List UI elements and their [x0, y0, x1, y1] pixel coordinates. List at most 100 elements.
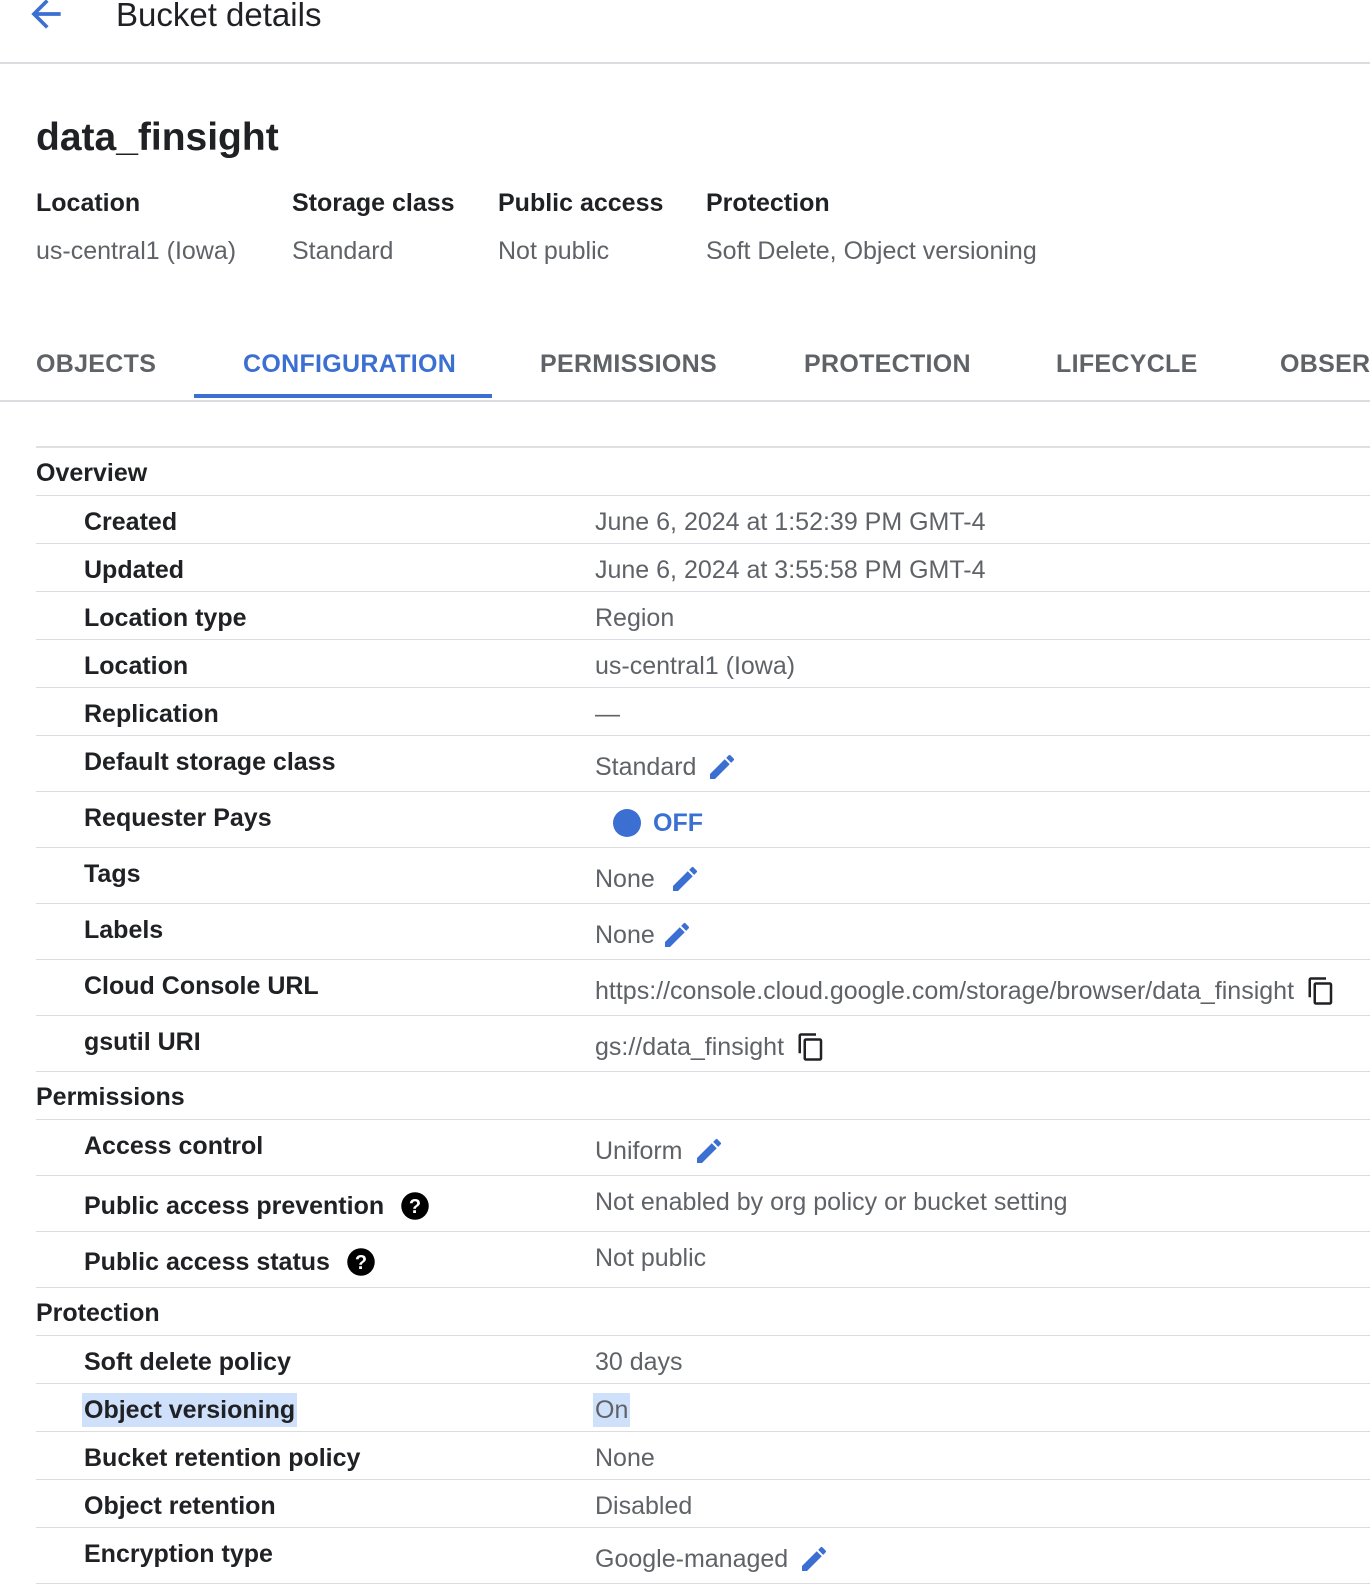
arrow-back-icon[interactable]	[24, 0, 68, 36]
row-label: Updated	[84, 556, 184, 584]
row-value-wrap: gs://data_finsight	[595, 1030, 826, 1064]
row-value: On	[593, 1393, 631, 1427]
summary-label: Storage class	[292, 189, 455, 217]
copy-icon[interactable]	[796, 1032, 826, 1062]
summary-location: Location us-central1 (Iowa)	[36, 186, 236, 268]
edit-pencil-icon[interactable]	[661, 919, 693, 951]
row-label: Requester Pays	[84, 804, 272, 832]
row-label: Bucket retention policy	[84, 1444, 361, 1472]
row-value-wrap: Standard	[595, 750, 738, 784]
row-tags: Tags None	[36, 848, 1370, 904]
tab-lifecycle[interactable]: LIFECYCLE	[1056, 330, 1198, 400]
bucket-name: data_finsight	[36, 116, 279, 159]
row-value: Google-managed	[595, 1545, 789, 1573]
row-object-versioning: Object versioning On	[36, 1384, 1370, 1432]
tab-objects[interactable]: OBJECTS	[36, 330, 156, 400]
row-public-access-status: Public access status ? Not public	[36, 1232, 1370, 1288]
row-label: Default storage class	[84, 748, 336, 776]
summary-value: Standard	[292, 237, 394, 265]
row-value: gs://data_finsight	[595, 1033, 785, 1061]
section-overview: Overview	[36, 448, 1370, 496]
row-location: Location us-central1 (Iowa)	[36, 640, 1370, 688]
row-label-wrap: Public access prevention ?	[84, 1189, 430, 1223]
top-bar: Bucket details	[0, 0, 1370, 64]
row-label: Tags	[84, 860, 141, 888]
row-bucket-retention-policy: Bucket retention policy None	[36, 1432, 1370, 1480]
help-icon[interactable]: ?	[400, 1191, 430, 1221]
row-gsutil-uri: gsutil URI gs://data_finsight	[36, 1016, 1370, 1072]
copy-icon[interactable]	[1306, 976, 1336, 1006]
row-cloud-console-url: Cloud Console URL https://console.cloud.…	[36, 960, 1370, 1016]
row-access-control: Access control Uniform	[36, 1120, 1370, 1176]
row-value: —	[595, 700, 620, 728]
section-permissions: Permissions	[36, 1072, 1370, 1120]
tab-observability[interactable]: OBSERV	[1280, 330, 1370, 400]
configuration-table: Overview Created June 6, 2024 at 1:52:39…	[36, 446, 1370, 1584]
row-value: Not public	[595, 1244, 707, 1272]
edit-pencil-icon[interactable]	[693, 1135, 725, 1167]
row-created: Created June 6, 2024 at 1:52:39 PM GMT-4	[36, 496, 1370, 544]
row-value-wrap: None	[595, 862, 701, 896]
requester-pays-toggle[interactable]: OFF	[613, 806, 703, 840]
row-value-wrap: None	[595, 918, 693, 952]
summary-value: Not public	[498, 237, 610, 265]
edit-pencil-icon[interactable]	[706, 751, 738, 783]
row-value: June 6, 2024 at 1:52:39 PM GMT-4	[595, 508, 986, 536]
summary-value: us-central1 (Iowa)	[36, 237, 237, 265]
row-default-storage-class: Default storage class Standard	[36, 736, 1370, 792]
row-value: Uniform	[595, 1137, 683, 1165]
page-title: Bucket details	[116, 0, 322, 33]
row-value: us-central1 (Iowa)	[595, 652, 796, 680]
summary-label: Public access	[498, 189, 664, 217]
tab-configuration[interactable]: CONFIGURATION	[243, 330, 456, 400]
row-encryption-type: Encryption type Google-managed	[36, 1528, 1370, 1584]
summary-label: Protection	[706, 189, 830, 217]
row-updated: Updated June 6, 2024 at 3:55:58 PM GMT-4	[36, 544, 1370, 592]
row-value-wrap: Uniform	[595, 1134, 725, 1168]
row-value: https://console.cloud.google.com/storage…	[595, 977, 1295, 1005]
row-label-wrap: Object versioning	[82, 1393, 298, 1427]
row-location-type: Location type Region	[36, 592, 1370, 640]
row-label-wrap: Public access status ?	[84, 1245, 376, 1279]
row-label: Access control	[84, 1132, 264, 1160]
row-label: Labels	[84, 916, 164, 944]
row-label: Cloud Console URL	[84, 972, 319, 1000]
row-object-retention: Object retention Disabled	[36, 1480, 1370, 1528]
row-label: Object retention	[84, 1492, 276, 1520]
row-value-wrap: On	[593, 1393, 631, 1427]
toggle-label: OFF	[653, 809, 703, 837]
summary-protection: Protection Soft Delete, Object versionin…	[706, 186, 1037, 268]
row-label: Public access status	[84, 1248, 330, 1276]
summary-value: Soft Delete, Object versioning	[706, 237, 1037, 265]
summary-public-access: Public access Not public	[498, 186, 663, 268]
tab-protection[interactable]: PROTECTION	[804, 330, 971, 400]
row-value: None	[595, 921, 655, 949]
row-requester-pays: Requester Pays OFF	[36, 792, 1370, 848]
row-value: Standard	[595, 753, 697, 781]
tab-bar: OBJECTS CONFIGURATION PERMISSIONS PROTEC…	[0, 330, 1370, 402]
row-labels: Labels None	[36, 904, 1370, 960]
active-tab-indicator	[194, 394, 492, 398]
svg-text:?: ?	[409, 1196, 421, 1218]
section-protection: Protection	[36, 1288, 1370, 1336]
row-replication: Replication —	[36, 688, 1370, 736]
row-label: Encryption type	[84, 1540, 273, 1568]
row-label: Created	[84, 508, 178, 536]
tab-permissions[interactable]: PERMISSIONS	[540, 330, 717, 400]
row-value-wrap: https://console.cloud.google.com/storage…	[595, 974, 1336, 1008]
row-label: Object versioning	[82, 1393, 298, 1427]
row-label: Soft delete policy	[84, 1348, 291, 1376]
row-soft-delete-policy: Soft delete policy 30 days	[36, 1336, 1370, 1384]
row-label: Replication	[84, 700, 219, 728]
row-value-wrap: OFF	[595, 806, 703, 840]
row-label: Location type	[84, 604, 247, 632]
row-value: Region	[595, 604, 675, 632]
row-value: None	[595, 1444, 655, 1472]
edit-pencil-icon[interactable]	[669, 863, 701, 895]
row-value: None	[595, 865, 655, 893]
row-label: gsutil URI	[84, 1028, 201, 1056]
summary-label: Location	[36, 189, 141, 217]
help-icon[interactable]: ?	[346, 1247, 376, 1277]
row-label: Location	[84, 652, 189, 680]
edit-pencil-icon[interactable]	[798, 1543, 830, 1575]
